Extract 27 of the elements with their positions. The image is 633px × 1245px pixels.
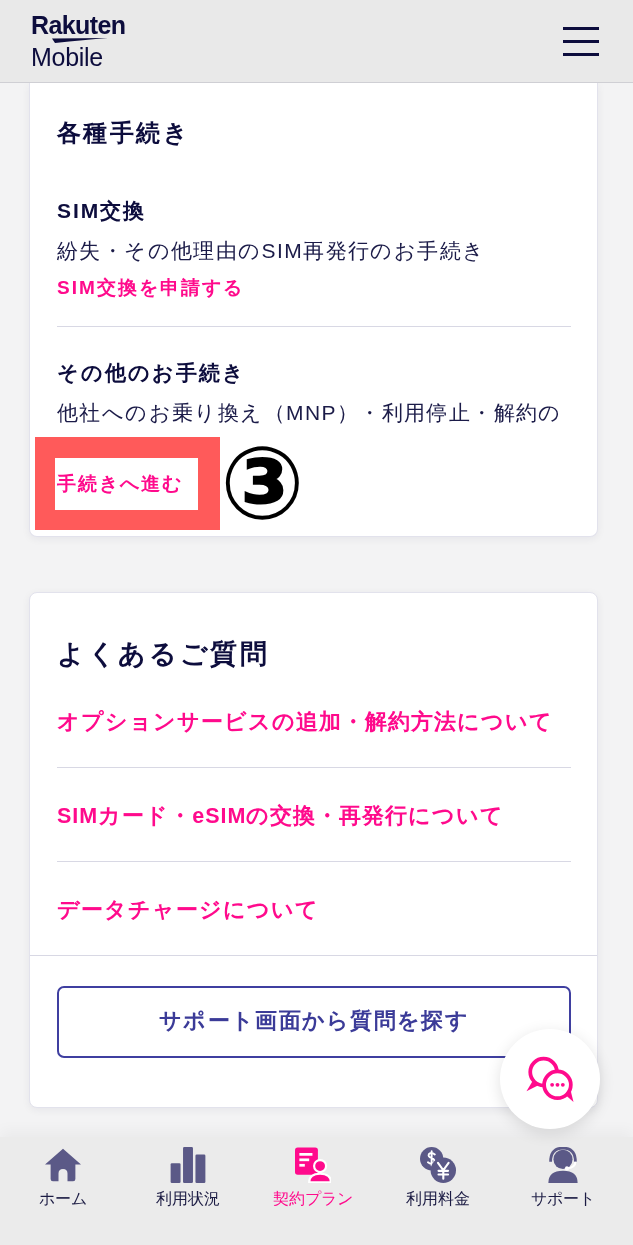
support-search-button[interactable]: サポート画面から質問を探す <box>57 986 571 1058</box>
logo-subtitle: Mobile <box>31 45 103 69</box>
procedure-title: その他のお手続き <box>57 360 247 386</box>
menu-icon <box>563 26 599 56</box>
coins-icon <box>420 1147 457 1183</box>
annotation-marker: ③ <box>220 437 305 530</box>
house-icon <box>44 1147 81 1183</box>
procedure-link[interactable]: SIM交換を申請する <box>57 274 244 302</box>
faq-link[interactable]: データチャージについて <box>57 894 319 926</box>
nav-tab[interactable]: サポート <box>500 1147 626 1210</box>
procedure-description: 他社へのお乗り換え（MNP）・利用停止・解約の <box>57 400 563 426</box>
bar-chart-icon <box>169 1147 206 1183</box>
nav-tab[interactable]: 利用料金 <box>375 1147 501 1210</box>
logo-wordmark: Rakuten <box>31 13 126 37</box>
procedure-description: 紛失・その他理由のSIM再発行のお手続き <box>57 238 487 264</box>
procedure-title: SIM交換 <box>57 198 148 224</box>
chat-bubbles-icon <box>525 1055 575 1103</box>
faq-link[interactable]: オプションサービスの追加・解約方法について <box>57 706 553 738</box>
procedure-link[interactable]: 手続きへ進む <box>57 470 183 498</box>
document-person-icon <box>295 1147 331 1183</box>
section-heading: よくあるご質問 <box>57 638 271 671</box>
nav-tab[interactable]: 利用状況 <box>125 1147 251 1210</box>
menu-button[interactable] <box>563 26 599 56</box>
faq-link[interactable]: SIMカード・eSIMの交換・再発行について <box>57 800 505 832</box>
section-heading: 各種手続き <box>57 118 191 148</box>
nav-tab[interactable]: 契約プラン <box>250 1147 376 1210</box>
nav-tab[interactable]: ホーム <box>0 1147 126 1210</box>
